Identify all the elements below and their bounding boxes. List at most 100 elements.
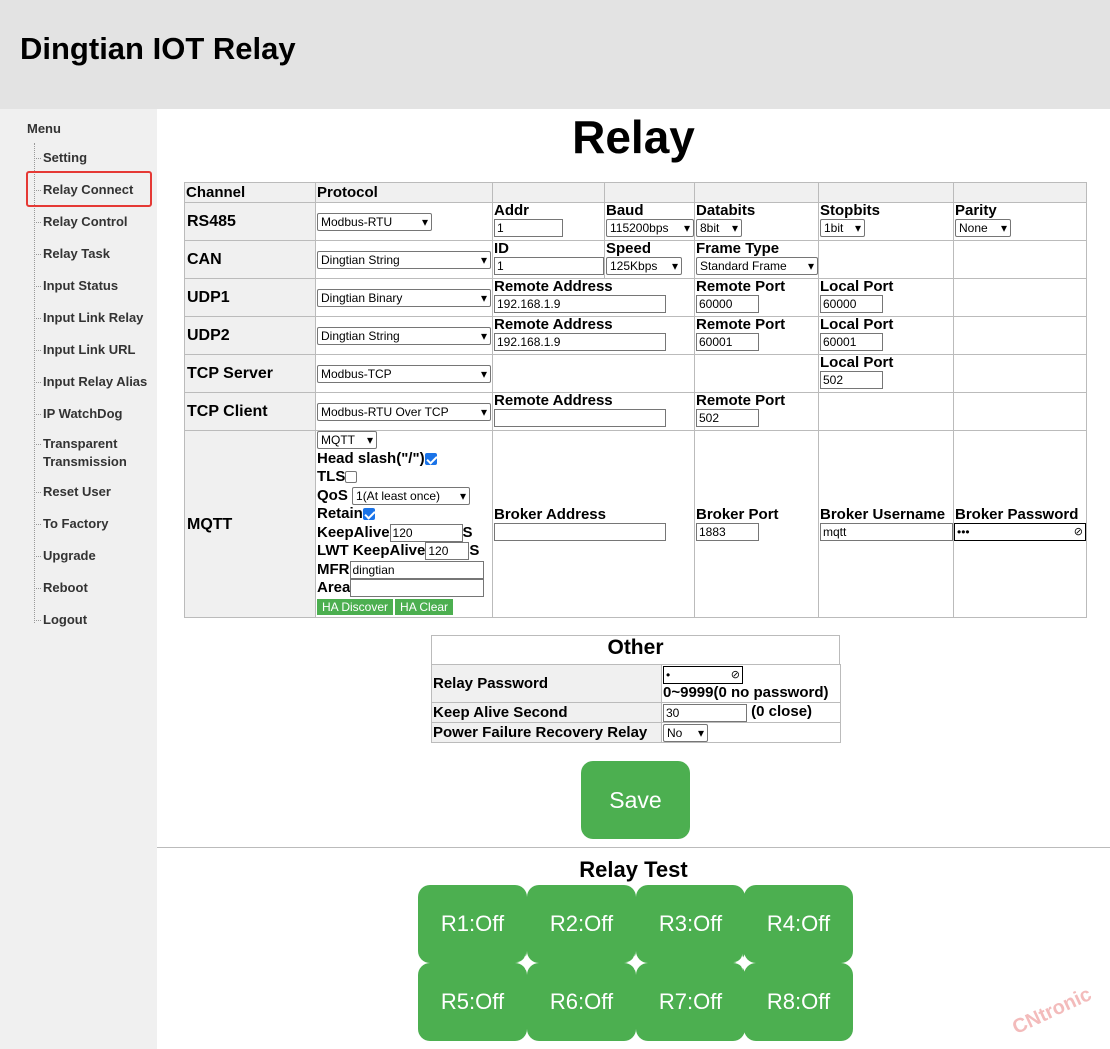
channel-udp2: UDP2 [184, 316, 316, 355]
mqtt-mfr-input[interactable]: dingtian [349, 560, 484, 579]
tree-line [34, 143, 35, 623]
mqtt-broker-password-input[interactable]: ••• [954, 523, 1086, 542]
can-id-input[interactable]: 1 [494, 257, 604, 276]
sidebar-item-input-link-url[interactable]: Input Link URL [33, 341, 135, 359]
mqtt-lwt-keepalive-input[interactable]: 120 [425, 542, 470, 561]
sidebar-item-input-relay-alias[interactable]: Input Relay Alias [33, 373, 147, 391]
mqtt-tls-label: TLS [317, 468, 346, 485]
other-title: Other [607, 636, 664, 659]
sidebar-item-relay-control[interactable]: Relay Control [34, 213, 128, 231]
mqtt-qos-select[interactable]: 1(At least once) [352, 486, 471, 505]
sidebar-item-relay-task[interactable]: Relay Task [34, 245, 110, 263]
header-channel: Channel [184, 182, 316, 203]
other-row-relay-password: Relay Password • ⊘ 0~9999(0 no password) [431, 664, 841, 703]
watermark-logo: CNtronic [1009, 983, 1095, 1039]
relay-password-label: Relay Password [431, 664, 662, 703]
tcp-client-remote-address-input[interactable] [494, 409, 666, 428]
mqtt-broker-address-label: Broker Address [494, 505, 606, 523]
channel-can: CAN [184, 240, 316, 279]
mqtt-keepalive-unit: S [462, 523, 473, 541]
keepalive-second-input[interactable]: 30 [663, 703, 747, 722]
mqtt-area-input[interactable] [350, 579, 485, 598]
relay-test-title: Relay Test [579, 857, 688, 882]
channel-tcp-client: TCP Client [184, 392, 316, 431]
mqtt-broker-port-input[interactable]: 1883 [696, 523, 759, 542]
tcp-client-remote-port-input[interactable]: 502 [696, 409, 759, 428]
udp1-remote-address-input[interactable]: 192.168.1.9 [494, 295, 666, 314]
header-protocol: Protocol [315, 182, 493, 203]
udp2-remote-address-input[interactable]: 192.168.1.9 [494, 333, 666, 352]
udp1-local-port-label: Local Port [820, 278, 894, 295]
relay-7-button[interactable]: R7:Off [636, 963, 745, 1041]
sidebar-item-setting[interactable]: Setting [33, 149, 87, 167]
mqtt-broker-username-input[interactable]: mqtt [820, 523, 953, 542]
mqtt-retain-checkbox[interactable] [362, 508, 375, 521]
udp1-remote-address-label: Remote Address [494, 278, 613, 295]
sidebar-item-to-factory[interactable]: To Factory [34, 515, 109, 533]
rs485-parity-select[interactable]: None [955, 219, 1011, 238]
sidebar-item-relay-connect[interactable]: Relay Connect [33, 181, 133, 199]
relay-2-button[interactable]: R2:Off [527, 885, 636, 963]
udp1-local-port-input[interactable]: 60000 [820, 295, 883, 314]
tcp-client-remote-address-label: Remote Address [494, 392, 613, 409]
tcp-server-protocol-select[interactable]: Modbus-TCP [317, 364, 491, 383]
sparkle-icon: ✦ [625, 950, 644, 975]
table-row-can: CAN Dingtian String ID1 Speed125Kbps Fra… [184, 240, 1087, 279]
udp2-remote-port-input[interactable]: 60001 [696, 333, 759, 352]
sidebar-item-ip-watchdog[interactable]: IP WatchDog [33, 405, 122, 423]
rs485-addr-input[interactable]: 1 [494, 219, 563, 238]
relay-password-hint: 0~9999(0 no password) [663, 684, 829, 702]
ha-clear-button[interactable]: HA Clear [395, 598, 454, 615]
mqtt-tls-checkbox[interactable] [345, 471, 358, 484]
sidebar: Menu Setting Relay Connect Relay Control… [0, 109, 157, 1049]
relay-4-button[interactable]: R4:Off [744, 885, 853, 963]
sidebar-item-reset-user[interactable]: Reset User [34, 483, 111, 501]
udp2-local-port-input[interactable]: 60001 [820, 333, 883, 352]
sidebar-item-reboot[interactable]: Reboot [34, 579, 88, 597]
header-bar: Dingtian IOT Relay [0, 0, 1110, 109]
table-header-row: Channel Protocol [184, 182, 1087, 203]
relay-6-button[interactable]: R6:Off [527, 963, 636, 1041]
udp1-remote-port-input[interactable]: 60000 [696, 295, 759, 314]
mqtt-broker-address-input[interactable] [494, 523, 666, 542]
sidebar-item-transparent-transmission[interactable]: Transparent Transmission [34, 435, 143, 471]
relay-3-button[interactable]: R3:Off [636, 885, 745, 963]
ha-discover-button[interactable]: HA Discover [317, 598, 394, 615]
tcp-client-remote-port-label: Remote Port [696, 392, 786, 409]
eye-slash-icon[interactable]: ⊘ [1074, 524, 1083, 541]
udp2-local-port-label: Local Port [820, 316, 894, 333]
sidebar-item-upgrade[interactable]: Upgrade [34, 547, 96, 565]
mqtt-head-slash-checkbox[interactable] [424, 452, 437, 465]
rs485-stopbits-select[interactable]: 1bit [820, 219, 865, 238]
relay-1-button[interactable]: R1:Off [418, 885, 527, 963]
power-failure-recovery-select[interactable]: No [663, 723, 708, 742]
rs485-databits-select[interactable]: 8bit [696, 219, 742, 238]
mqtt-broker-port-label: Broker Port [696, 505, 779, 523]
mqtt-protocol-select[interactable]: MQTT [317, 431, 377, 450]
table-row-udp2: UDP2 Dingtian String Remote Address192.1… [184, 316, 1087, 355]
rs485-baud-select[interactable]: 115200bps [606, 219, 694, 238]
sidebar-item-logout[interactable]: Logout [33, 611, 87, 629]
other-row-keepalive: Keep Alive Second 30 (0 close) [431, 702, 841, 723]
udp1-protocol-select[interactable]: Dingtian Binary [317, 288, 491, 307]
can-frame-select[interactable]: Standard Frame [696, 257, 818, 276]
tcp-client-protocol-select[interactable]: Modbus-RTU Over TCP [317, 402, 491, 421]
table-row-rs485: RS485 Modbus-RTU Addr1 Baud115200bps Dat… [184, 202, 1087, 241]
can-speed-label: Speed [606, 240, 652, 257]
eye-slash-icon[interactable]: ⊘ [731, 667, 740, 684]
can-speed-select[interactable]: 125Kbps [606, 257, 682, 276]
divider [157, 847, 1110, 848]
relay-5-button[interactable]: R5:Off [418, 963, 527, 1041]
sidebar-item-input-link-relay[interactable]: Input Link Relay [33, 309, 143, 327]
save-button[interactable]: Save [581, 761, 690, 839]
channel-rs485: RS485 [184, 202, 316, 241]
channel-tcp-server: TCP Server [184, 354, 316, 393]
tcp-server-local-port-input[interactable]: 502 [820, 371, 883, 390]
mqtt-keepalive-input[interactable]: 120 [389, 523, 463, 542]
relay-8-button[interactable]: R8:Off [744, 963, 853, 1041]
sidebar-item-input-status[interactable]: Input Status [33, 277, 118, 295]
rs485-protocol-select[interactable]: Modbus-RTU [317, 212, 432, 231]
udp2-protocol-select[interactable]: Dingtian String [317, 326, 491, 345]
can-protocol-select[interactable]: Dingtian String [317, 250, 491, 269]
rs485-stopbits-label: Stopbits [820, 202, 880, 219]
